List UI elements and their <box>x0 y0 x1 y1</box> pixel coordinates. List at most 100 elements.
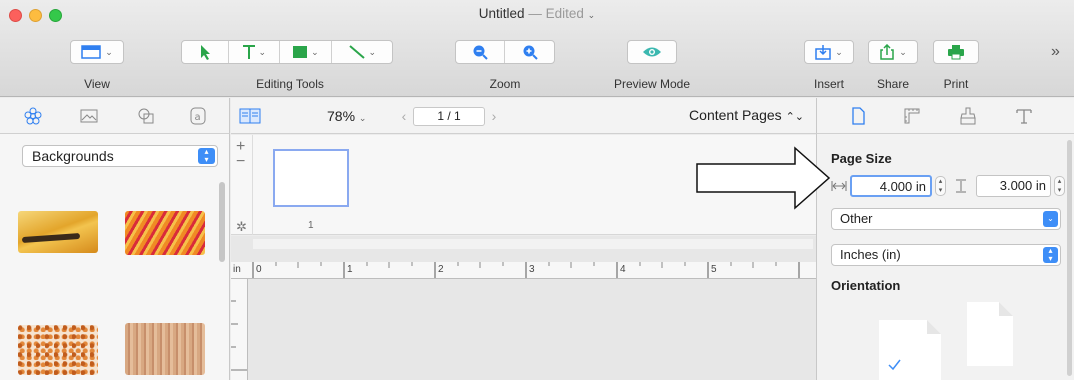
print-button[interactable] <box>933 40 979 64</box>
zoom-label: Zoom <box>489 77 521 91</box>
document-canvas[interactable]: in 0 1 2 3 4 5 <box>231 236 816 380</box>
units-value: Inches (in) <box>840 247 901 262</box>
width-field[interactable]: 4.000 in <box>850 175 932 197</box>
document-status[interactable]: Edited <box>546 6 584 21</box>
share-button[interactable]: ⌄ <box>868 40 918 64</box>
thumbnail-scrollbar[interactable] <box>253 239 813 249</box>
ruler-number-3: 3 <box>529 264 535 275</box>
printer-icon <box>948 45 964 60</box>
previous-page-button[interactable]: ‹ <box>395 108 413 124</box>
ruler-number-2: 2 <box>438 264 444 275</box>
chevron-down-icon: ⌄ <box>1043 211 1058 227</box>
orientation-title: Orientation <box>831 278 901 293</box>
title-separator: — <box>528 6 542 21</box>
zoom-in-icon <box>523 45 538 60</box>
inspector-scrollbar[interactable] <box>1067 140 1072 376</box>
page-number-input[interactable]: 1 / 1 <box>413 106 485 126</box>
updown-arrows-icon: ▴ ▾ <box>198 148 215 164</box>
vertical-ruler <box>231 279 248 380</box>
horizontal-ruler: in 0 1 2 3 4 5 <box>231 262 816 279</box>
vertical-ruler-ticks <box>231 300 247 371</box>
share-icon <box>880 44 894 60</box>
insert-button[interactable]: ⌄ <box>804 40 854 64</box>
window-title: Untitled — Edited ⌄ <box>478 6 596 21</box>
editing-tools-label: Editing Tools <box>256 77 324 91</box>
insert-icon <box>815 45 831 60</box>
view-label: View <box>84 77 110 91</box>
preview-mode-label: Preview Mode <box>613 77 691 91</box>
size-preset-select[interactable]: Other ⌄ <box>831 208 1061 230</box>
landscape-orientation-option[interactable] <box>967 302 1013 366</box>
select-tool-button[interactable] <box>182 41 229 63</box>
background-thumbnail-yellow[interactable] <box>18 211 98 253</box>
line-tool-icon <box>348 45 365 59</box>
background-thumbnail-orange-dots[interactable] <box>18 325 98 375</box>
document-name: Untitled <box>478 6 525 21</box>
share-label: Share <box>876 77 910 91</box>
image-library-icon[interactable] <box>80 107 98 125</box>
zoom-level-value: 78% <box>327 108 356 124</box>
line-tool-button[interactable]: ⌄ <box>332 41 392 63</box>
portrait-orientation-option[interactable] <box>879 320 941 380</box>
document-bar: 78% ⌄ ‹ 1 / 1 › Content Pages ⌃⌄ <box>231 98 816 134</box>
category-select[interactable]: Backgrounds ▴ ▾ <box>22 145 218 167</box>
inspector-tab-bar <box>816 98 1074 134</box>
text-inspector-icon[interactable] <box>1015 107 1033 125</box>
document-inspector-icon[interactable] <box>849 107 867 125</box>
zoom-group <box>455 40 555 64</box>
page-thumbnail-number: 1 <box>308 220 314 231</box>
clipart-library-icon[interactable] <box>137 107 155 125</box>
page-thumbnail[interactable] <box>273 149 349 207</box>
library-scrollbar[interactable] <box>219 182 225 262</box>
zoom-out-button[interactable] <box>456 41 506 63</box>
ruler-number-5: 5 <box>711 264 717 275</box>
flower-shapes-icon[interactable] <box>24 107 42 125</box>
zoom-level[interactable]: 78% ⌄ <box>327 108 366 124</box>
background-thumbnail-orange-red[interactable] <box>125 211 205 255</box>
size-preset-value: Other <box>840 211 873 226</box>
ruler-unit-label: in <box>233 264 241 275</box>
insert-label: Insert <box>813 77 844 91</box>
annotation-arrow-icon <box>696 146 831 210</box>
shape-tool-button[interactable]: ⌄ <box>280 41 332 63</box>
next-page-button[interactable]: › <box>485 108 503 124</box>
pages-mode-select[interactable]: Content Pages ⌃⌄ <box>689 107 804 123</box>
zoom-in-button[interactable] <box>505 41 554 63</box>
text-tool-button[interactable]: ⌄ <box>229 41 281 63</box>
library-panel: Backgrounds ▴ ▾ <box>0 134 230 380</box>
height-stepper[interactable]: ▴ ▾ <box>1054 176 1065 196</box>
page-size-title: Page Size <box>831 151 892 166</box>
background-thumbnail-brown[interactable] <box>125 323 205 375</box>
updown-arrows-icon: ▴ ▾ <box>1043 247 1058 263</box>
ruler-number-0: 0 <box>256 264 262 275</box>
ruler-number-1: 1 <box>347 264 353 275</box>
ruler-number-4: 4 <box>620 264 626 275</box>
eye-icon <box>643 47 661 57</box>
pages-mode-value: Content Pages <box>689 107 782 123</box>
remove-page-button[interactable]: − <box>236 153 245 171</box>
units-select[interactable]: Inches (in) ▴ ▾ <box>831 244 1061 266</box>
toolbar-overflow-button[interactable]: » <box>1051 43 1060 61</box>
editing-tools-group: ⌄ ⌄ ⌄ <box>181 40 393 64</box>
text-tool-icon <box>242 45 255 59</box>
print-label: Print <box>943 77 969 91</box>
ruler-inspector-icon[interactable] <box>903 107 921 125</box>
book-view-icon[interactable] <box>239 108 261 124</box>
view-sidebar-icon <box>81 45 101 59</box>
library-tab-bar: a <box>0 98 230 134</box>
thumbnail-tools: + − ✲ <box>231 135 253 235</box>
inspector-panel: Page Size 4.000 in ▴ ▾ 3.000 in ▴ ▾ Other … <box>816 134 1074 380</box>
preview-mode-button[interactable] <box>627 40 677 64</box>
title-bar: Untitled — Edited ⌄ ⌄ View ⌄ ⌄ ⌄ Editing… <box>0 0 1074 97</box>
page-navigator: ‹ 1 / 1 › <box>395 106 505 126</box>
arrow-pointer-icon <box>200 45 210 60</box>
height-field[interactable]: 3.000 in <box>976 175 1051 197</box>
width-stepper[interactable]: ▴ ▾ <box>935 176 946 196</box>
category-select-value: Backgrounds <box>32 148 114 164</box>
view-button[interactable]: ⌄ <box>70 40 124 64</box>
style-inspector-icon[interactable] <box>959 107 977 125</box>
text-library-icon[interactable]: a <box>189 107 207 125</box>
height-icon <box>956 179 966 193</box>
gear-icon[interactable]: ✲ <box>236 219 247 235</box>
zoom-out-icon <box>473 45 488 60</box>
